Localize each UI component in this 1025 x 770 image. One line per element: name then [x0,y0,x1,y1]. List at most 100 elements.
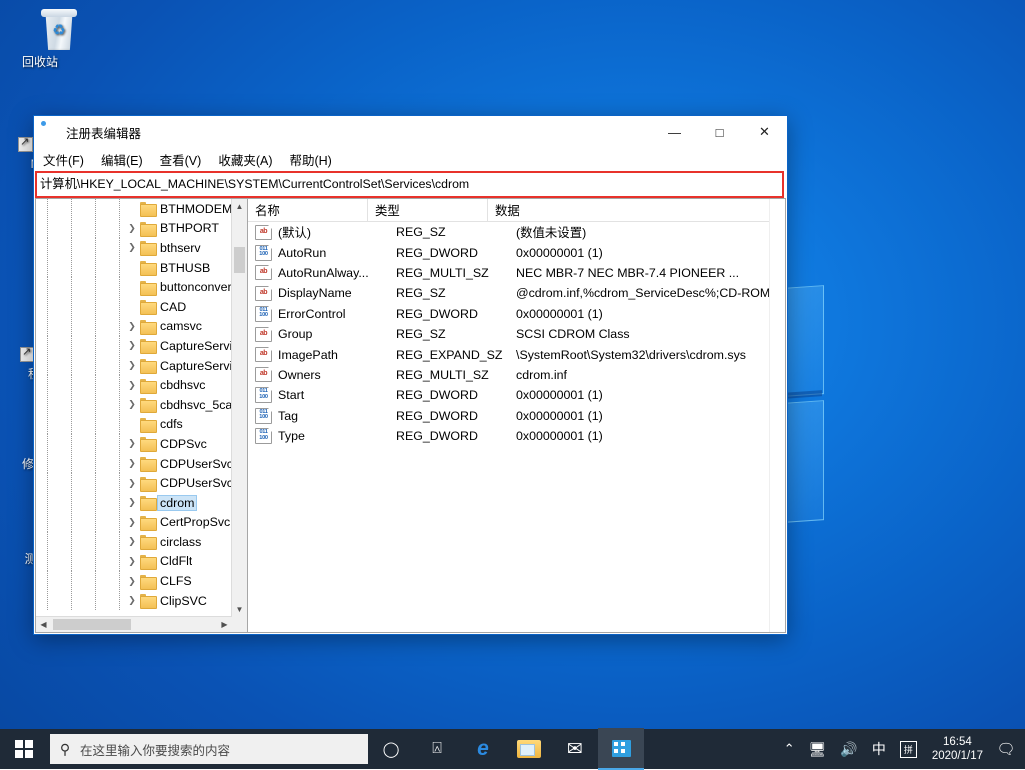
registry-editor-window[interactable]: 注册表编辑器 — □ ✕ 文件(F) 编辑(E) 查看(V) 收藏夹(A) 帮助… [33,115,788,635]
menu-item-help[interactable]: 帮助(H) [289,150,331,169]
chevron-right-icon[interactable]: ❯ [124,223,140,234]
chevron-right-icon[interactable]: ❯ [124,321,140,332]
chevron-right-icon[interactable]: ❯ [124,438,140,449]
start-button[interactable] [0,729,48,769]
close-button[interactable]: ✕ [742,116,787,148]
tree-indent [36,375,124,395]
scroll-down-icon[interactable]: ▼ [232,602,247,617]
chevron-right-icon[interactable]: ❯ [124,497,140,508]
folder-icon [140,457,155,470]
menu-item-edit[interactable]: 编辑(E) [101,150,143,169]
action-center-button[interactable]: 🗨 [991,729,1021,769]
column-header-name[interactable]: 名称 [248,199,368,221]
tree-item-bthport[interactable]: ❯BTHPORT [36,219,232,239]
tree-item-bthserv[interactable]: ❯bthserv [36,238,232,258]
tree-item-cdpusersvc[interactable]: ❯CDPUserSvc [36,454,232,474]
scroll-up-icon[interactable]: ▲ [232,199,247,214]
chevron-right-icon[interactable]: ❯ [124,360,140,371]
tree-item-captureservice_5ca[interactable]: ❯CaptureService_5ca [36,356,232,376]
tree-item-cad[interactable]: CAD [36,297,232,317]
tree-vertical-scrollbar[interactable]: ▲ ▼ [231,199,247,617]
menu-item-file[interactable]: 文件(F) [43,150,84,169]
tree-item-bthmodem[interactable]: BTHMODEM [36,199,232,219]
chevron-right-icon[interactable]: ❯ [124,536,140,547]
desktop-icon-recycle-bin[interactable]: ♻ 回收站 [2,8,78,69]
value-row[interactable]: 011100TagREG_DWORD0x00000001 (1) [248,406,785,426]
tree-item-cbdhsvc[interactable]: ❯cbdhsvc [36,375,232,395]
tree-item-camsvc[interactable]: ❯camsvc [36,317,232,337]
tree-scrollbar-thumb[interactable] [234,247,245,273]
chevron-right-icon[interactable]: ❯ [124,399,140,410]
tree-item-clipsvc[interactable]: ❯ClipSVC [36,591,232,611]
value-row[interactable]: 011100StartREG_DWORD0x00000001 (1) [248,385,785,405]
minimize-button[interactable]: — [652,116,697,148]
chevron-right-icon[interactable]: ❯ [124,517,140,528]
tree-indent [36,473,124,493]
maximize-button[interactable]: □ [697,116,742,148]
chevron-right-icon[interactable]: ❯ [124,478,140,489]
tree-hscrollbar-thumb[interactable] [53,619,131,630]
chevron-right-icon[interactable]: ❯ [124,242,140,253]
tree-item-cbdhsvc_5ca[interactable]: ❯cbdhsvc_5ca [36,395,232,415]
value-row[interactable]: abAutoRunAlway...REG_MULTI_SZNEC MBR-7 N… [248,263,785,283]
scroll-left-icon[interactable]: ◀ [36,617,51,632]
folder-icon [140,379,155,392]
menu-item-favorites[interactable]: 收藏夹(A) [218,150,272,169]
registry-values-pane[interactable]: 名称 类型 数据 ab(默认)REG_SZ(数值未设置)011100AutoRu… [247,198,786,633]
tree-item-cdfs[interactable]: cdfs [36,415,232,435]
window-titlebar[interactable]: 注册表编辑器 — □ ✕ [34,116,787,148]
values-list[interactable]: ab(默认)REG_SZ(数值未设置)011100AutoRunREG_DWOR… [248,222,785,446]
tree-item-captureservice[interactable]: ❯CaptureService [36,336,232,356]
taskbar[interactable]: ⚲ 在这里输入你要搜索的内容 ◯ ⍓ e ✉ ⌃ 🖥 🔊 中 拼 16:54 2… [0,729,1025,769]
network-icon[interactable]: 🖥 [802,729,834,769]
edge-icon: e [477,737,489,761]
tree-item-circlass[interactable]: ❯circlass [36,532,232,552]
clock[interactable]: 16:54 2020/1/17 [924,735,991,763]
value-type: REG_DWORD [389,429,509,443]
ime-indicator[interactable]: 中 [865,729,893,769]
cortana-button[interactable]: ◯ [368,729,414,769]
chevron-right-icon[interactable]: ❯ [124,556,140,567]
value-row[interactable]: abGroupREG_SZSCSI CDROM Class [248,324,785,344]
chevron-right-icon[interactable]: ❯ [124,458,140,469]
taskbar-mail-button[interactable]: ✉ [552,729,598,769]
tree-item-cdpsvc[interactable]: ❯CDPSvc [36,434,232,454]
tree-item-cdrom[interactable]: ❯cdrom [36,493,232,513]
tree-horizontal-scrollbar[interactable]: ◀ ▶ [36,616,232,632]
column-header-data[interactable]: 数据 [488,199,785,221]
value-row[interactable]: ab(默认)REG_SZ(数值未设置) [248,222,785,242]
chevron-right-icon[interactable]: ❯ [124,595,140,606]
taskbar-search-box[interactable]: ⚲ 在这里输入你要搜索的内容 [50,734,368,764]
column-header-type[interactable]: 类型 [368,199,488,221]
taskbar-registry-editor-button[interactable] [598,728,644,770]
chevron-right-icon[interactable]: ❯ [124,340,140,351]
tree-item-bthusb[interactable]: BTHUSB [36,258,232,278]
value-row[interactable]: 011100ErrorControlREG_DWORD0x00000001 (1… [248,304,785,324]
system-tray[interactable]: ⌃ 🖥 🔊 中 拼 16:54 2020/1/17 🗨 [777,729,1025,769]
value-row[interactable]: abImagePathREG_EXPAND_SZ\SystemRoot\Syst… [248,344,785,364]
tree-item-cldflt[interactable]: ❯CldFlt [36,552,232,572]
tree-item-certpropsvc[interactable]: ❯CertPropSvc [36,513,232,533]
tree-item-buttonconverter[interactable]: buttonconverter [36,277,232,297]
taskbar-file-explorer-button[interactable] [506,729,552,769]
menu-item-view[interactable]: 查看(V) [160,150,202,169]
address-input[interactable]: 计算机\HKEY_LOCAL_MACHINE\SYSTEM\CurrentCon… [37,175,782,194]
show-hidden-icons-button[interactable]: ⌃ [777,729,802,769]
scroll-right-icon[interactable]: ▶ [217,617,232,632]
volume-icon[interactable]: 🔊 [833,729,864,769]
tree-item-cdpusersvc[interactable]: ❯CDPUserSvc [36,473,232,493]
ime-mode-icon[interactable]: 拼 [893,729,924,769]
registry-tree-list[interactable]: BTHMODEM❯BTHPORT❯bthservBTHUSBbuttonconv… [36,199,232,617]
registry-tree-pane[interactable]: BTHMODEM❯BTHPORT❯bthservBTHUSBbuttonconv… [35,198,247,633]
value-row[interactable]: abDisplayNameREG_SZ@cdrom.inf,%cdrom_Ser… [248,283,785,303]
chevron-right-icon[interactable]: ❯ [124,380,140,391]
task-view-button[interactable]: ⍓ [414,729,460,769]
values-vertical-scrollbar[interactable] [769,199,785,632]
chevron-right-icon[interactable]: ❯ [124,576,140,587]
tree-item-clfs[interactable]: ❯CLFS [36,571,232,591]
folder-icon [140,418,155,431]
taskbar-edge-button[interactable]: e [460,729,506,769]
value-row[interactable]: 011100TypeREG_DWORD0x00000001 (1) [248,426,785,446]
value-row[interactable]: abOwnersREG_MULTI_SZcdrom.inf [248,365,785,385]
value-row[interactable]: 011100AutoRunREG_DWORD0x00000001 (1) [248,242,785,262]
